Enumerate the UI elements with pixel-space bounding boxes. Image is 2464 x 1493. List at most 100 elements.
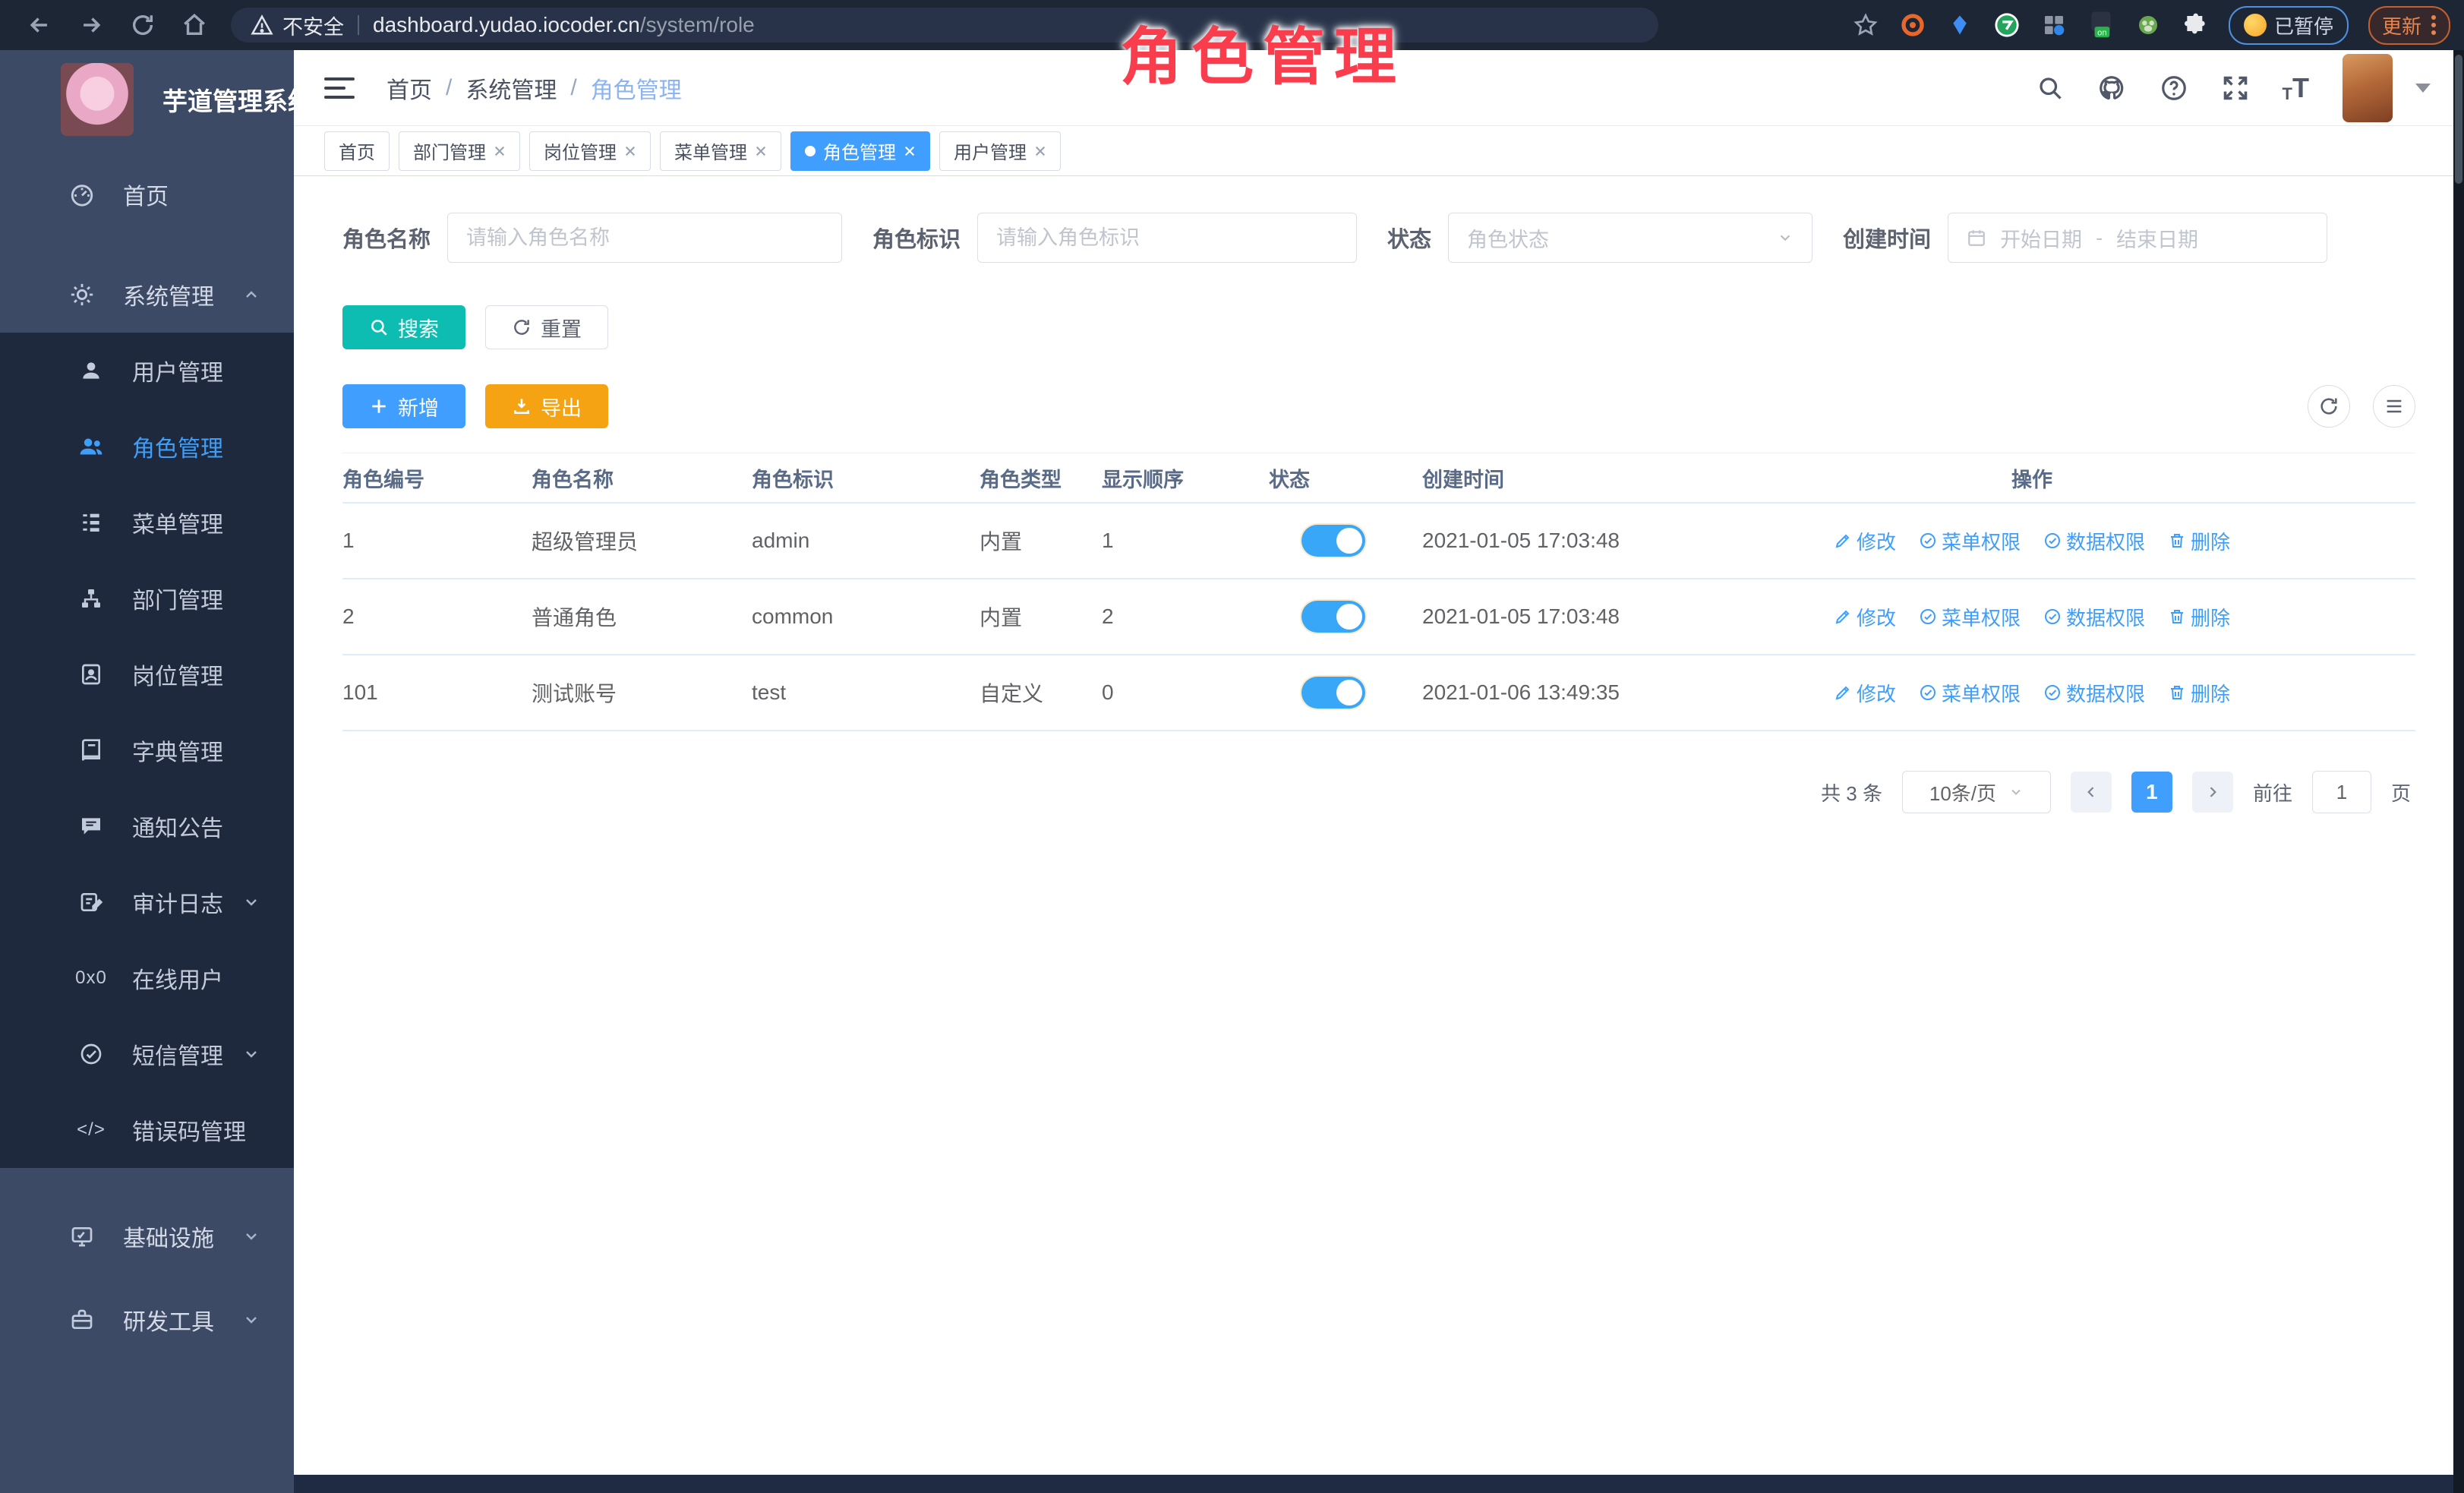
tab-departments[interactable]: 部门管理 [399, 131, 520, 171]
role-name-input[interactable] [466, 226, 823, 250]
extension-grid-icon[interactable] [2040, 11, 2068, 39]
circle-check-icon [2043, 608, 2062, 626]
tab-label: 岗位管理 [544, 137, 617, 164]
page-size-select[interactable]: 10条/页 [1902, 771, 2051, 813]
edit-link[interactable]: 修改 [1834, 527, 1896, 555]
edit-link[interactable]: 修改 [1834, 603, 1896, 631]
data-permission-link[interactable]: 数据权限 [2043, 527, 2145, 555]
sidebar-item-home[interactable]: 首页 [0, 156, 294, 232]
reset-button[interactable]: 重置 [485, 305, 608, 349]
extension-target-icon[interactable] [1899, 11, 1926, 39]
breadcrumb-home[interactable]: 首页 [386, 71, 432, 105]
status-toggle[interactable] [1301, 601, 1365, 633]
sidebar-item-users[interactable]: 用户管理 [0, 333, 294, 409]
bookmark-star-icon[interactable] [1852, 11, 1879, 39]
tab-menus[interactable]: 菜单管理 [660, 131, 781, 171]
sidebar-item-audit-log[interactable]: 审计日志 [0, 864, 294, 940]
goto-page-input[interactable] [2312, 771, 2371, 813]
profile-avatar-emoji [2244, 14, 2267, 36]
delete-link[interactable]: 删除 [2168, 603, 2230, 631]
page-number-current[interactable]: 1 [2131, 772, 2172, 813]
next-page-button[interactable] [2192, 772, 2233, 813]
forward-icon[interactable] [76, 10, 106, 40]
sidebar-toggle-icon[interactable] [324, 73, 358, 103]
sidebar-item-roles[interactable]: 角色管理 [0, 409, 294, 485]
back-icon[interactable] [24, 10, 55, 40]
export-button[interactable]: 导出 [485, 384, 608, 428]
browser-scrollbar[interactable] [2453, 50, 2464, 1493]
row-actions: 修改 菜单权限 数据权限 删除 [1785, 603, 2286, 631]
fullscreen-icon[interactable] [2222, 74, 2249, 102]
end-date-placeholder: 结束日期 [2116, 223, 2198, 253]
extension-on-badge-icon[interactable]: on [2087, 11, 2115, 39]
breadcrumb-system[interactable]: 系统管理 [465, 71, 557, 105]
home-icon[interactable] [179, 10, 210, 40]
menu-permission-link[interactable]: 菜单权限 [1919, 603, 2021, 631]
edit-icon [1834, 608, 1852, 626]
data-permission-link[interactable]: 数据权限 [2043, 679, 2145, 707]
reload-icon[interactable] [128, 10, 158, 40]
avatar[interactable] [2343, 54, 2393, 122]
close-icon[interactable] [1034, 145, 1046, 157]
sidebar-item-departments[interactable]: 部门管理 [0, 560, 294, 636]
refresh-table-button[interactable] [2308, 385, 2350, 428]
font-size-icon[interactable]: TT [2283, 72, 2309, 104]
sidebar-item-online-users[interactable]: 0x0 在线用户 [0, 940, 294, 1016]
address-bar[interactable]: 不安全 dashboard.yudao.iocoder.cn /system/r… [231, 8, 1658, 43]
role-type: 内置 [980, 601, 1102, 632]
sidebar-item-dict[interactable]: 字典管理 [0, 712, 294, 788]
delete-link[interactable]: 删除 [2168, 679, 2230, 707]
sidebar-item-menus[interactable]: 菜单管理 [0, 485, 294, 560]
tab-users[interactable]: 用户管理 [939, 131, 1061, 171]
help-circle-icon[interactable] [2160, 74, 2188, 103]
date-range-picker[interactable]: 开始日期 - 结束日期 [1948, 213, 2327, 263]
extension-green-circle-icon[interactable] [1993, 11, 2021, 39]
close-icon[interactable] [755, 145, 767, 157]
circle-check-icon [2043, 683, 2062, 702]
security-label: 不安全 [282, 11, 344, 40]
role-code: admin [752, 529, 980, 553]
menu-permission-link[interactable]: 菜单权限 [1919, 679, 2021, 707]
tab-posts[interactable]: 岗位管理 [529, 131, 651, 171]
extension-monkey-icon[interactable] [2134, 11, 2162, 39]
topbar-icons: TT [2037, 54, 2431, 122]
sidebar-item-dev-tools[interactable]: 研发工具 [0, 1282, 294, 1358]
scrollbar-thumb[interactable] [2455, 55, 2462, 184]
delete-link[interactable]: 删除 [2168, 527, 2230, 555]
col-header-actions: 操作 [1785, 463, 2286, 493]
column-settings-button[interactable] [2373, 385, 2415, 428]
close-icon[interactable] [494, 145, 506, 157]
data-permission-link[interactable]: 数据权限 [2043, 603, 2145, 631]
extension-gem-icon[interactable] [1946, 11, 1973, 39]
sidebar-item-error-codes[interactable]: </> 错误码管理 [0, 1092, 294, 1168]
close-icon[interactable] [904, 145, 916, 157]
tab-roles-active[interactable]: 角色管理 [790, 131, 930, 171]
add-button[interactable]: 新增 [342, 384, 465, 428]
status-select[interactable]: 角色状态 [1448, 213, 1813, 263]
search-icon[interactable] [2037, 74, 2064, 102]
caret-down-icon[interactable] [2415, 84, 2431, 93]
message-bubble-icon [76, 814, 106, 838]
search-button[interactable]: 搜索 [342, 305, 465, 349]
profile-paused-chip[interactable]: 已暂停 [2229, 6, 2349, 45]
sidebar-item-notice[interactable]: 通知公告 [0, 788, 294, 864]
status-toggle[interactable] [1301, 525, 1365, 557]
sidebar-logo-row[interactable]: 芋道管理系统 [0, 50, 294, 129]
role-code-input[interactable] [996, 226, 1338, 250]
table-row: 101 测试账号 test 自定义 0 2021-01-06 13:49:35 … [342, 655, 2415, 731]
sidebar-item-infrastructure[interactable]: 基础设施 [0, 1198, 294, 1274]
status-toggle[interactable] [1301, 677, 1365, 709]
sidebar-item-system[interactable]: 系统管理 [0, 257, 294, 333]
tab-home[interactable]: 首页 [324, 131, 390, 171]
circle-check-icon [1919, 608, 1937, 626]
table-row: 2 普通角色 common 内置 2 2021-01-05 17:03:48 修… [342, 579, 2415, 655]
close-icon[interactable] [624, 145, 636, 157]
chrome-update-button[interactable]: 更新 [2368, 6, 2450, 45]
edit-link[interactable]: 修改 [1834, 679, 1896, 707]
sidebar-item-sms[interactable]: 短信管理 [0, 1016, 294, 1092]
prev-page-button[interactable] [2071, 772, 2112, 813]
sidebar-item-posts[interactable]: 岗位管理 [0, 636, 294, 712]
github-icon[interactable] [2097, 74, 2126, 103]
menu-permission-link[interactable]: 菜单权限 [1919, 527, 2021, 555]
extensions-puzzle-icon[interactable] [2182, 11, 2209, 39]
